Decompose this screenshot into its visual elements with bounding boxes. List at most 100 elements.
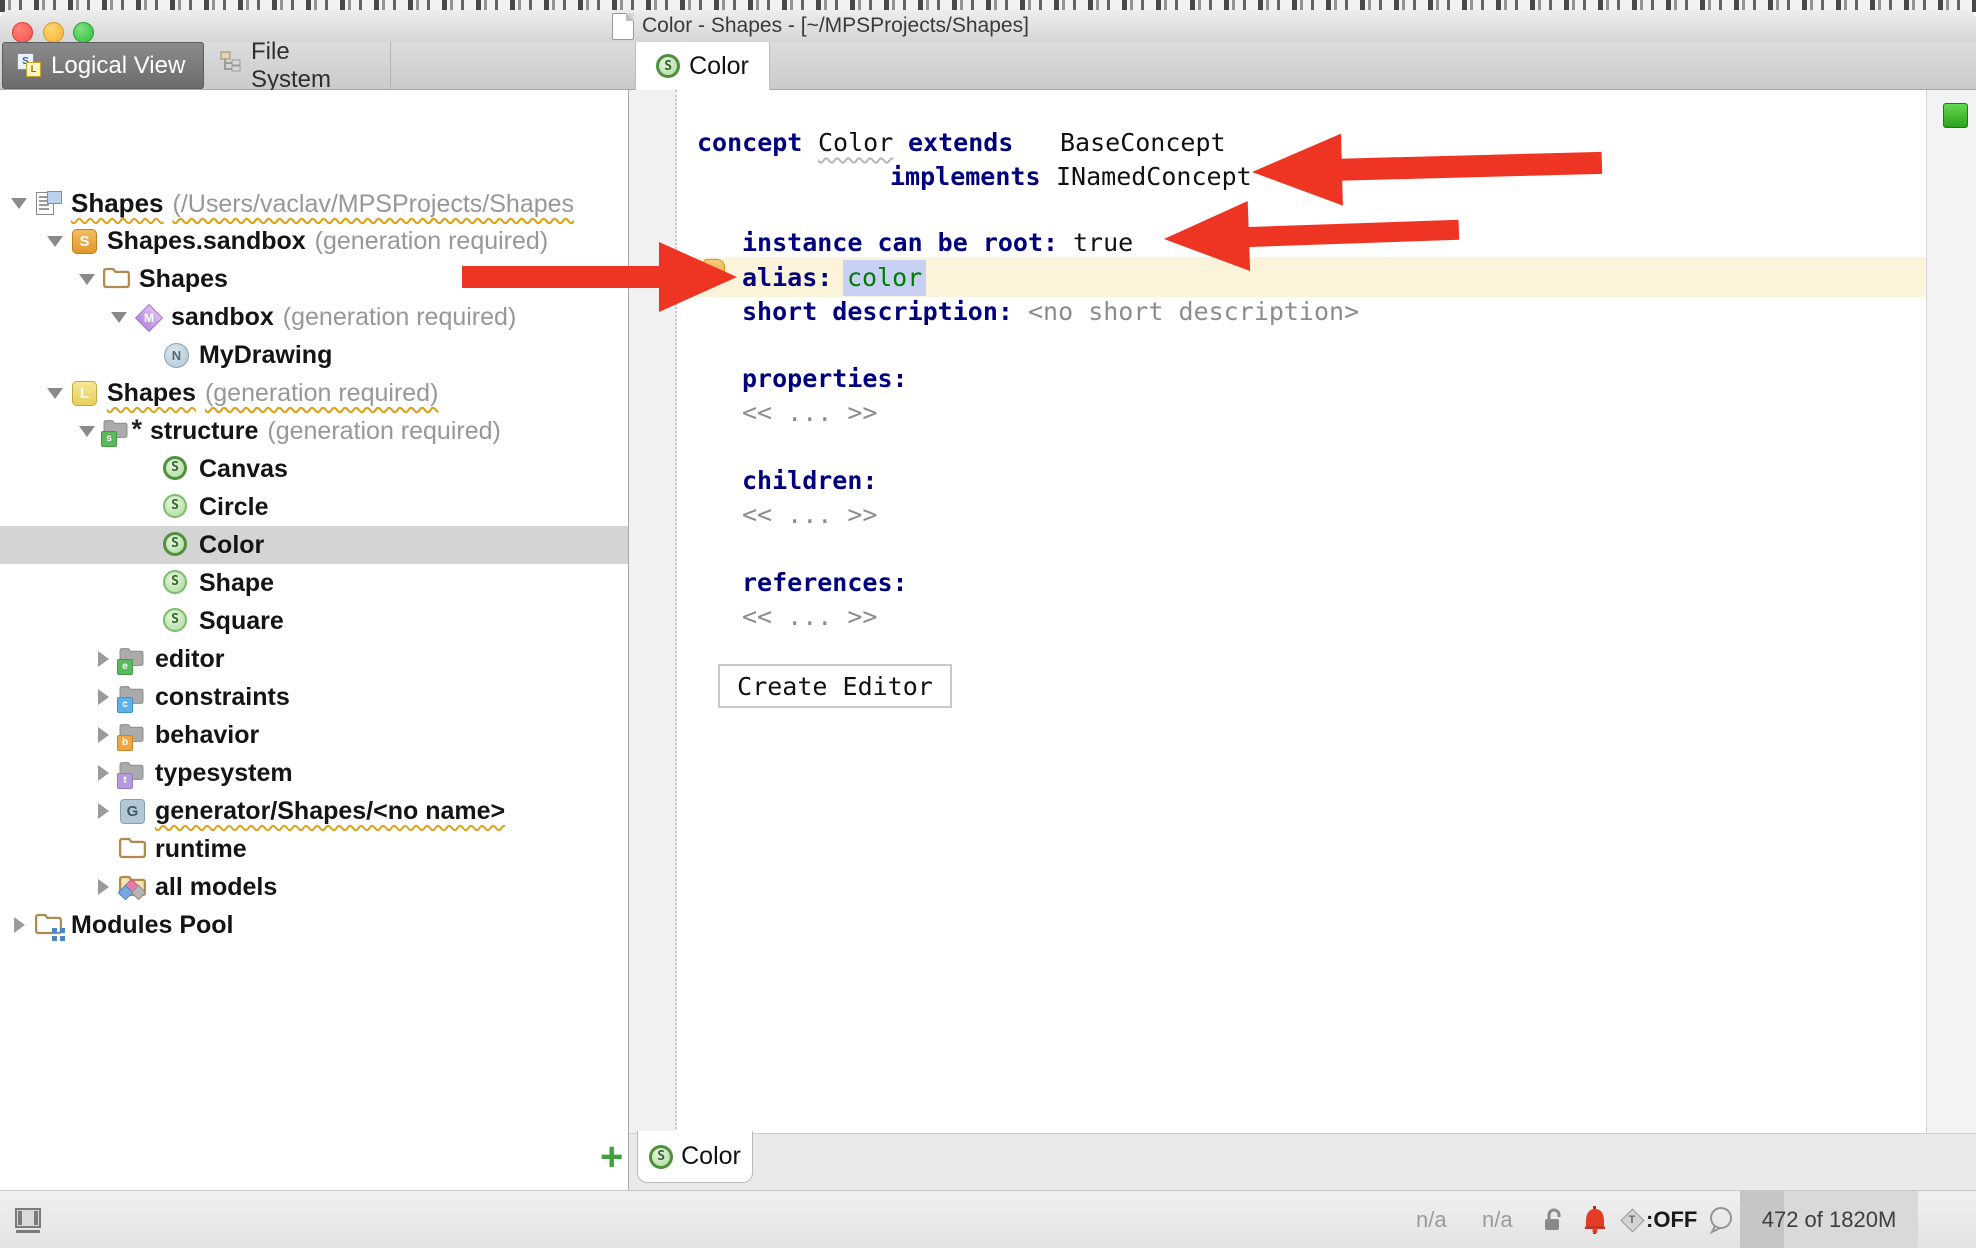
language-icon: L	[71, 380, 98, 407]
tree-item-generator[interactable]: G generator/Shapes/<no name>	[0, 792, 628, 830]
bottom-tab-strip	[629, 1133, 1976, 1190]
minimize-window-button[interactable]	[43, 22, 64, 43]
no-errors-indicator	[1943, 103, 1968, 128]
tree-item-circle[interactable]: S Circle	[0, 488, 628, 526]
editor-aspect-icon: e	[119, 646, 146, 673]
project-tree[interactable]: Shapes(/Users/vaclav/MPSProjects/Shapes …	[0, 90, 628, 1190]
tree-item-canvas[interactable]: S Canvas	[0, 450, 628, 488]
model-icon: M	[135, 304, 162, 331]
concept-name[interactable]: Color	[818, 126, 893, 160]
concept-icon: S	[163, 494, 190, 521]
tab-file-system-label: File System	[251, 38, 376, 94]
tree-item-all-models[interactable]: all models	[0, 868, 628, 906]
tree-item-sandbox-model[interactable]: M sandbox(generation required)	[0, 298, 628, 336]
create-editor-button[interactable]: Create Editor	[718, 664, 952, 708]
behavior-aspect-icon: b	[119, 722, 146, 749]
status-row-indicator: n/a	[1416, 1191, 1447, 1248]
rootable-concept-icon: S	[163, 456, 190, 483]
references-placeholder[interactable]: << ... >>	[742, 600, 877, 634]
expand-arrow-icon[interactable]	[98, 651, 109, 667]
collapse-arrow-icon[interactable]	[47, 388, 63, 399]
short-description-placeholder[interactable]: <no short description>	[1028, 295, 1359, 329]
collapse-arrow-icon[interactable]	[111, 312, 127, 323]
kw-instance-can-be-root[interactable]: instance can be root:	[742, 226, 1058, 260]
tree-item-typesystem-aspect[interactable]: t typesystem	[0, 754, 628, 792]
folder-icon	[119, 836, 146, 863]
tree-item-constraints-aspect[interactable]: c constraints	[0, 678, 628, 716]
memory-usage-label: 472 of 1820M	[1762, 1207, 1897, 1233]
editor-tab-color[interactable]: S Color	[635, 42, 770, 90]
tree-item-behavior-aspect[interactable]: b behavior	[0, 716, 628, 754]
tree-item-structure[interactable]: s* structure(generation required)	[0, 412, 628, 450]
tree-item-shapes-language[interactable]: L Shapes(generation required)	[0, 374, 628, 412]
kw-references[interactable]: references:	[742, 566, 908, 600]
collapse-arrow-icon[interactable]	[79, 426, 95, 437]
tree-item-color-selected[interactable]: S Color	[0, 526, 628, 564]
bottom-tab-color[interactable]: S Color	[637, 1131, 753, 1183]
kw-implements[interactable]: implements	[890, 160, 1041, 194]
zoom-window-button[interactable]	[73, 22, 94, 43]
tab-file-system[interactable]: File System	[205, 42, 391, 89]
tree-item-modules-pool[interactable]: Modules Pool	[0, 906, 628, 944]
concept-icon: S	[656, 54, 680, 78]
expand-arrow-icon[interactable]	[98, 689, 109, 705]
toolbar: SL Logical View File System	[0, 42, 1976, 90]
expand-arrow-icon[interactable]	[98, 765, 109, 781]
kw-extends[interactable]: extends	[908, 126, 1013, 160]
implements-value[interactable]: INamedConcept	[1056, 160, 1252, 194]
folder-icon	[103, 266, 130, 293]
tree-item-square[interactable]: S Square	[0, 602, 628, 640]
feedback-button[interactable]	[1706, 1191, 1736, 1248]
expand-arrow-icon[interactable]	[98, 803, 109, 819]
project-icon	[35, 190, 62, 217]
concept-icon: S	[163, 570, 190, 597]
constraints-aspect-icon: c	[119, 684, 146, 711]
hector-inspector-button[interactable]	[1578, 1191, 1612, 1248]
toolwindow-icon	[12, 1205, 44, 1235]
tree-item-mydrawing[interactable]: N MyDrawing	[0, 336, 628, 374]
expand-arrow-icon[interactable]	[98, 727, 109, 743]
concept-icon: S	[649, 1145, 673, 1169]
editor-tab-label: Color	[689, 52, 749, 81]
hector-status[interactable]: T :OFF	[1622, 1191, 1697, 1248]
tree-item-shapes-sandbox[interactable]: S Shapes.sandbox(generation required)	[0, 222, 628, 260]
children-placeholder[interactable]: << ... >>	[742, 498, 877, 532]
kw-short-description[interactable]: short description:	[742, 295, 1013, 329]
toolwindow-toggle-button[interactable]	[12, 1191, 44, 1248]
expand-arrow-icon[interactable]	[14, 917, 25, 933]
tab-logical-view[interactable]: SL Logical View	[2, 42, 204, 89]
kw-children[interactable]: children:	[742, 464, 877, 498]
tree-item-project-shapes[interactable]: Shapes(/Users/vaclav/MPSProjects/Shapes	[0, 184, 628, 222]
rootable-concept-icon: S	[163, 532, 190, 559]
concept-icon: S	[163, 608, 190, 635]
properties-placeholder[interactable]: << ... >>	[742, 396, 877, 430]
kw-concept[interactable]: concept	[697, 126, 802, 160]
unlocked-padlock-icon	[1540, 1206, 1566, 1234]
collapse-arrow-icon[interactable]	[79, 274, 95, 285]
typesystem-aspect-icon: t	[119, 760, 146, 787]
lock-toggle[interactable]	[1540, 1191, 1566, 1248]
logical-view-icon: SL	[17, 53, 43, 78]
modules-pool-icon	[35, 912, 62, 939]
tree-item-runtime[interactable]: runtime	[0, 830, 628, 868]
window-title: Color - Shapes - [~/MPSProjects/Shapes]	[642, 14, 1029, 38]
collapse-arrow-icon[interactable]	[11, 198, 27, 209]
status-bar: n/a n/a T :OFF 472	[0, 1190, 1976, 1248]
add-tab-button[interactable]: +	[600, 1137, 623, 1177]
error-stripe[interactable]	[1926, 90, 1976, 1133]
kw-alias[interactable]: alias:	[742, 261, 832, 295]
alias-value-selected[interactable]: color	[843, 260, 926, 296]
kw-properties[interactable]: properties:	[742, 362, 908, 396]
extends-value[interactable]: BaseConcept	[1060, 126, 1226, 160]
tree-item-shape[interactable]: S Shape	[0, 564, 628, 602]
tree-item-editor-aspect[interactable]: e editor	[0, 640, 628, 678]
close-window-button[interactable]	[12, 22, 33, 43]
instance-value[interactable]: true	[1073, 226, 1133, 260]
speech-bubble-icon	[1706, 1205, 1736, 1235]
collapse-arrow-icon[interactable]	[47, 236, 63, 247]
expand-arrow-icon[interactable]	[98, 879, 109, 895]
hector-diamond-icon: T	[1622, 1210, 1642, 1230]
node-icon: N	[163, 342, 190, 369]
memory-indicator[interactable]: 472 of 1820M	[1740, 1191, 1918, 1248]
status-column-indicator: n/a	[1482, 1191, 1513, 1248]
